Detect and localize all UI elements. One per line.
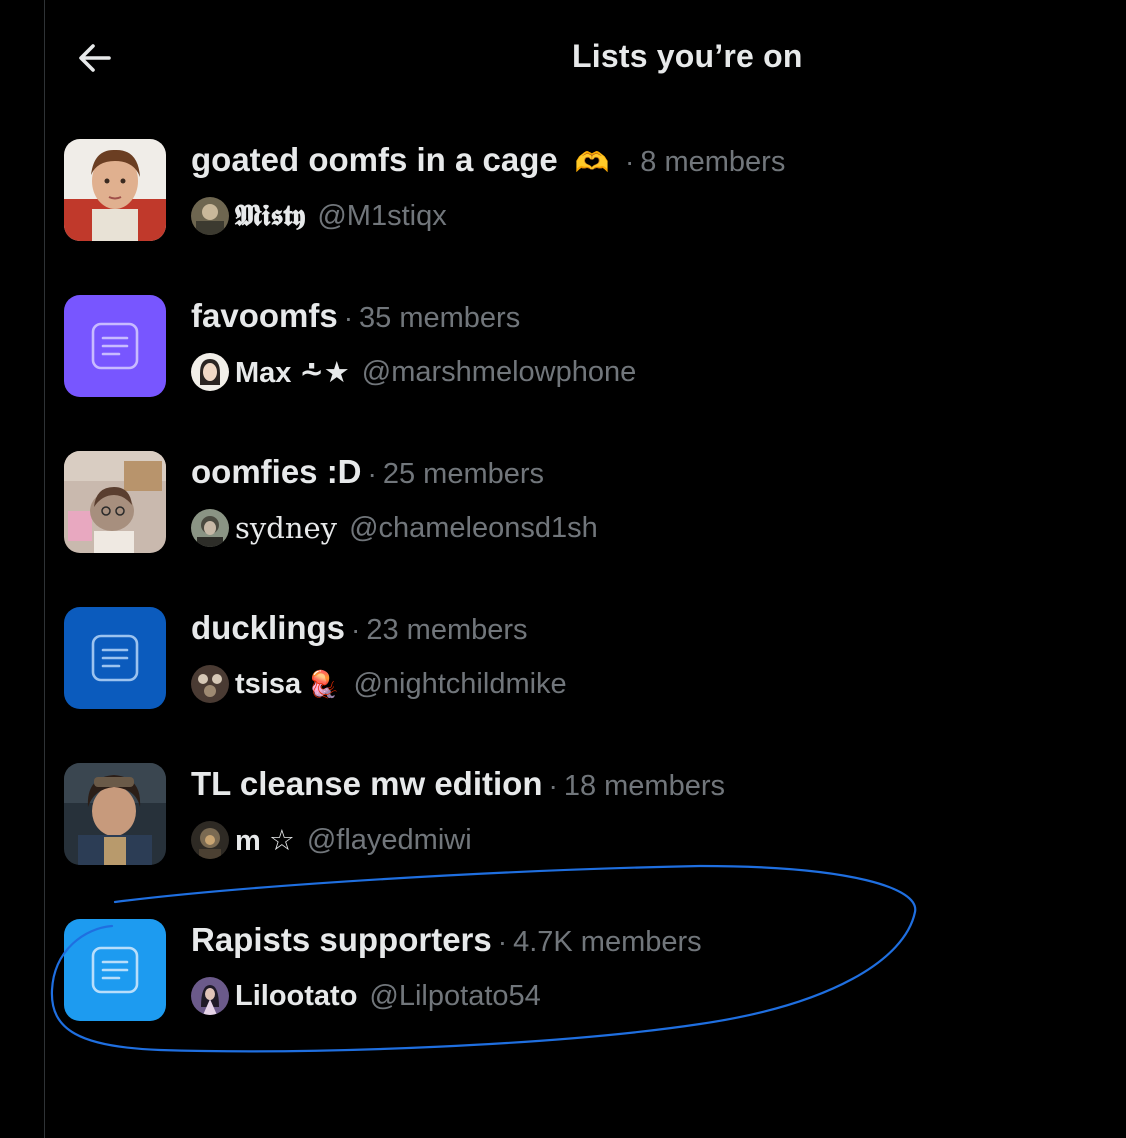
separator-dot: ·: [548, 770, 558, 801]
member-count: 8 members: [640, 146, 786, 178]
owner-display-name: m ☆: [235, 824, 295, 857]
list-item[interactable]: ducklings · 23 members tsisa 🪼 @nightchild…: [64, 607, 1064, 717]
list-title-line: ducklings · 23 members: [191, 609, 528, 647]
list-item[interactable]: goated oomfs in a cage 🫶 · 8 members 𝕸𝖎𝖘𝖙…: [64, 139, 1064, 249]
owner-avatar: [191, 197, 229, 235]
list-cover-photo: [64, 139, 166, 241]
owner-display-name: tsisa: [235, 667, 302, 700]
list-cover-placeholder: [64, 295, 166, 397]
list-item[interactable]: favoomfs · 35 members Max ⩪★ @marshmelowph…: [64, 295, 1064, 405]
jellyfish-emoji: 🪼: [307, 668, 340, 699]
list-document-icon: [91, 322, 139, 370]
list-owner[interactable]: m ☆ @flayedmiwi: [191, 821, 472, 859]
list-owner[interactable]: Lilootato @Lilpotato54: [191, 977, 541, 1015]
list-name: favoomfs: [191, 297, 338, 334]
owner-handle: @chameleonsd1sh: [349, 511, 598, 544]
owner-display-name: Max ⩪★: [235, 356, 350, 389]
owner-avatar: [191, 977, 229, 1015]
member-count: 25 members: [382, 458, 545, 490]
list-name: TL cleanse mw edition: [191, 765, 543, 802]
member-count: 35 members: [359, 302, 521, 334]
separator-dot: ·: [367, 458, 377, 489]
member-count: 18 members: [563, 770, 725, 802]
owner-handle: @marshmelowphone: [361, 355, 637, 388]
member-count: 4.7K members: [513, 926, 702, 958]
separator-dot: ·: [343, 302, 354, 333]
list-title-line: goated oomfs in a cage 🫶 · 8 members: [191, 141, 785, 179]
owner-handle: @M1stiqx: [317, 199, 447, 232]
list-name: oomfies :D: [191, 453, 362, 490]
list-item[interactable]: TL cleanse mw edition · 18 members m ☆ @fl…: [64, 763, 1064, 873]
owner-display-name: Lilootato: [235, 979, 358, 1012]
list-document-icon: [91, 946, 139, 994]
separator-dot: ·: [497, 926, 508, 957]
list-name: goated oomfs in a cage: [191, 141, 558, 178]
list-name: Rapists supporters: [191, 921, 492, 958]
heart-hands-emoji: 🫶: [574, 146, 610, 178]
list-cover-photo: [64, 451, 166, 553]
owner-avatar: [191, 509, 229, 547]
list-owner[interactable]: Max ⩪★ @marshmelowphone: [191, 353, 636, 391]
owner-display-name: 𝕸𝖎𝖘𝖙𝖞: [235, 199, 306, 232]
list-title-line: TL cleanse mw edition · 18 members: [191, 765, 725, 803]
list-owner[interactable]: 𝕸𝖎𝖘𝖙𝖞 @M1stiqx: [191, 197, 447, 235]
page-title: Lists you’re on: [572, 38, 803, 74]
list-cover-placeholder: [64, 607, 166, 709]
list-title-line: Rapists supporters · 4.7K members: [191, 921, 702, 959]
list-owner[interactable]: tsisa 🪼 @nightchildmike: [191, 665, 567, 703]
separator-dot: ·: [624, 146, 635, 177]
arrow-left-icon: [79, 44, 111, 72]
owner-display-name: sydney: [235, 511, 338, 545]
separator-dot: ·: [351, 614, 361, 645]
back-button[interactable]: [73, 36, 117, 80]
list-item[interactable]: Rapists supporters · 4.7K members Lilootat…: [64, 919, 1064, 1029]
list-cover-photo: [64, 763, 166, 865]
page-header: Lists you’re on: [45, 0, 1126, 118]
list-cover-placeholder: [64, 919, 166, 1021]
member-count: 23 members: [366, 614, 528, 646]
owner-avatar: [191, 665, 229, 703]
list-document-icon: [91, 634, 139, 682]
list-name: ducklings: [191, 609, 346, 646]
list-title-line: oomfies :D · 25 members: [191, 453, 544, 491]
owner-avatar: [191, 821, 229, 859]
owner-handle: @nightchildmike: [353, 667, 567, 700]
list-owner[interactable]: sydney @chameleonsd1sh: [191, 509, 598, 547]
owner-handle: @flayedmiwi: [306, 823, 472, 856]
list-item[interactable]: oomfies :D · 25 members sydney @chameleons…: [64, 451, 1064, 561]
owner-avatar: [191, 353, 229, 391]
owner-handle: @Lilpotato54: [369, 979, 541, 1012]
column-divider: [44, 0, 45, 1138]
list-title-line: favoomfs · 35 members: [191, 297, 520, 335]
